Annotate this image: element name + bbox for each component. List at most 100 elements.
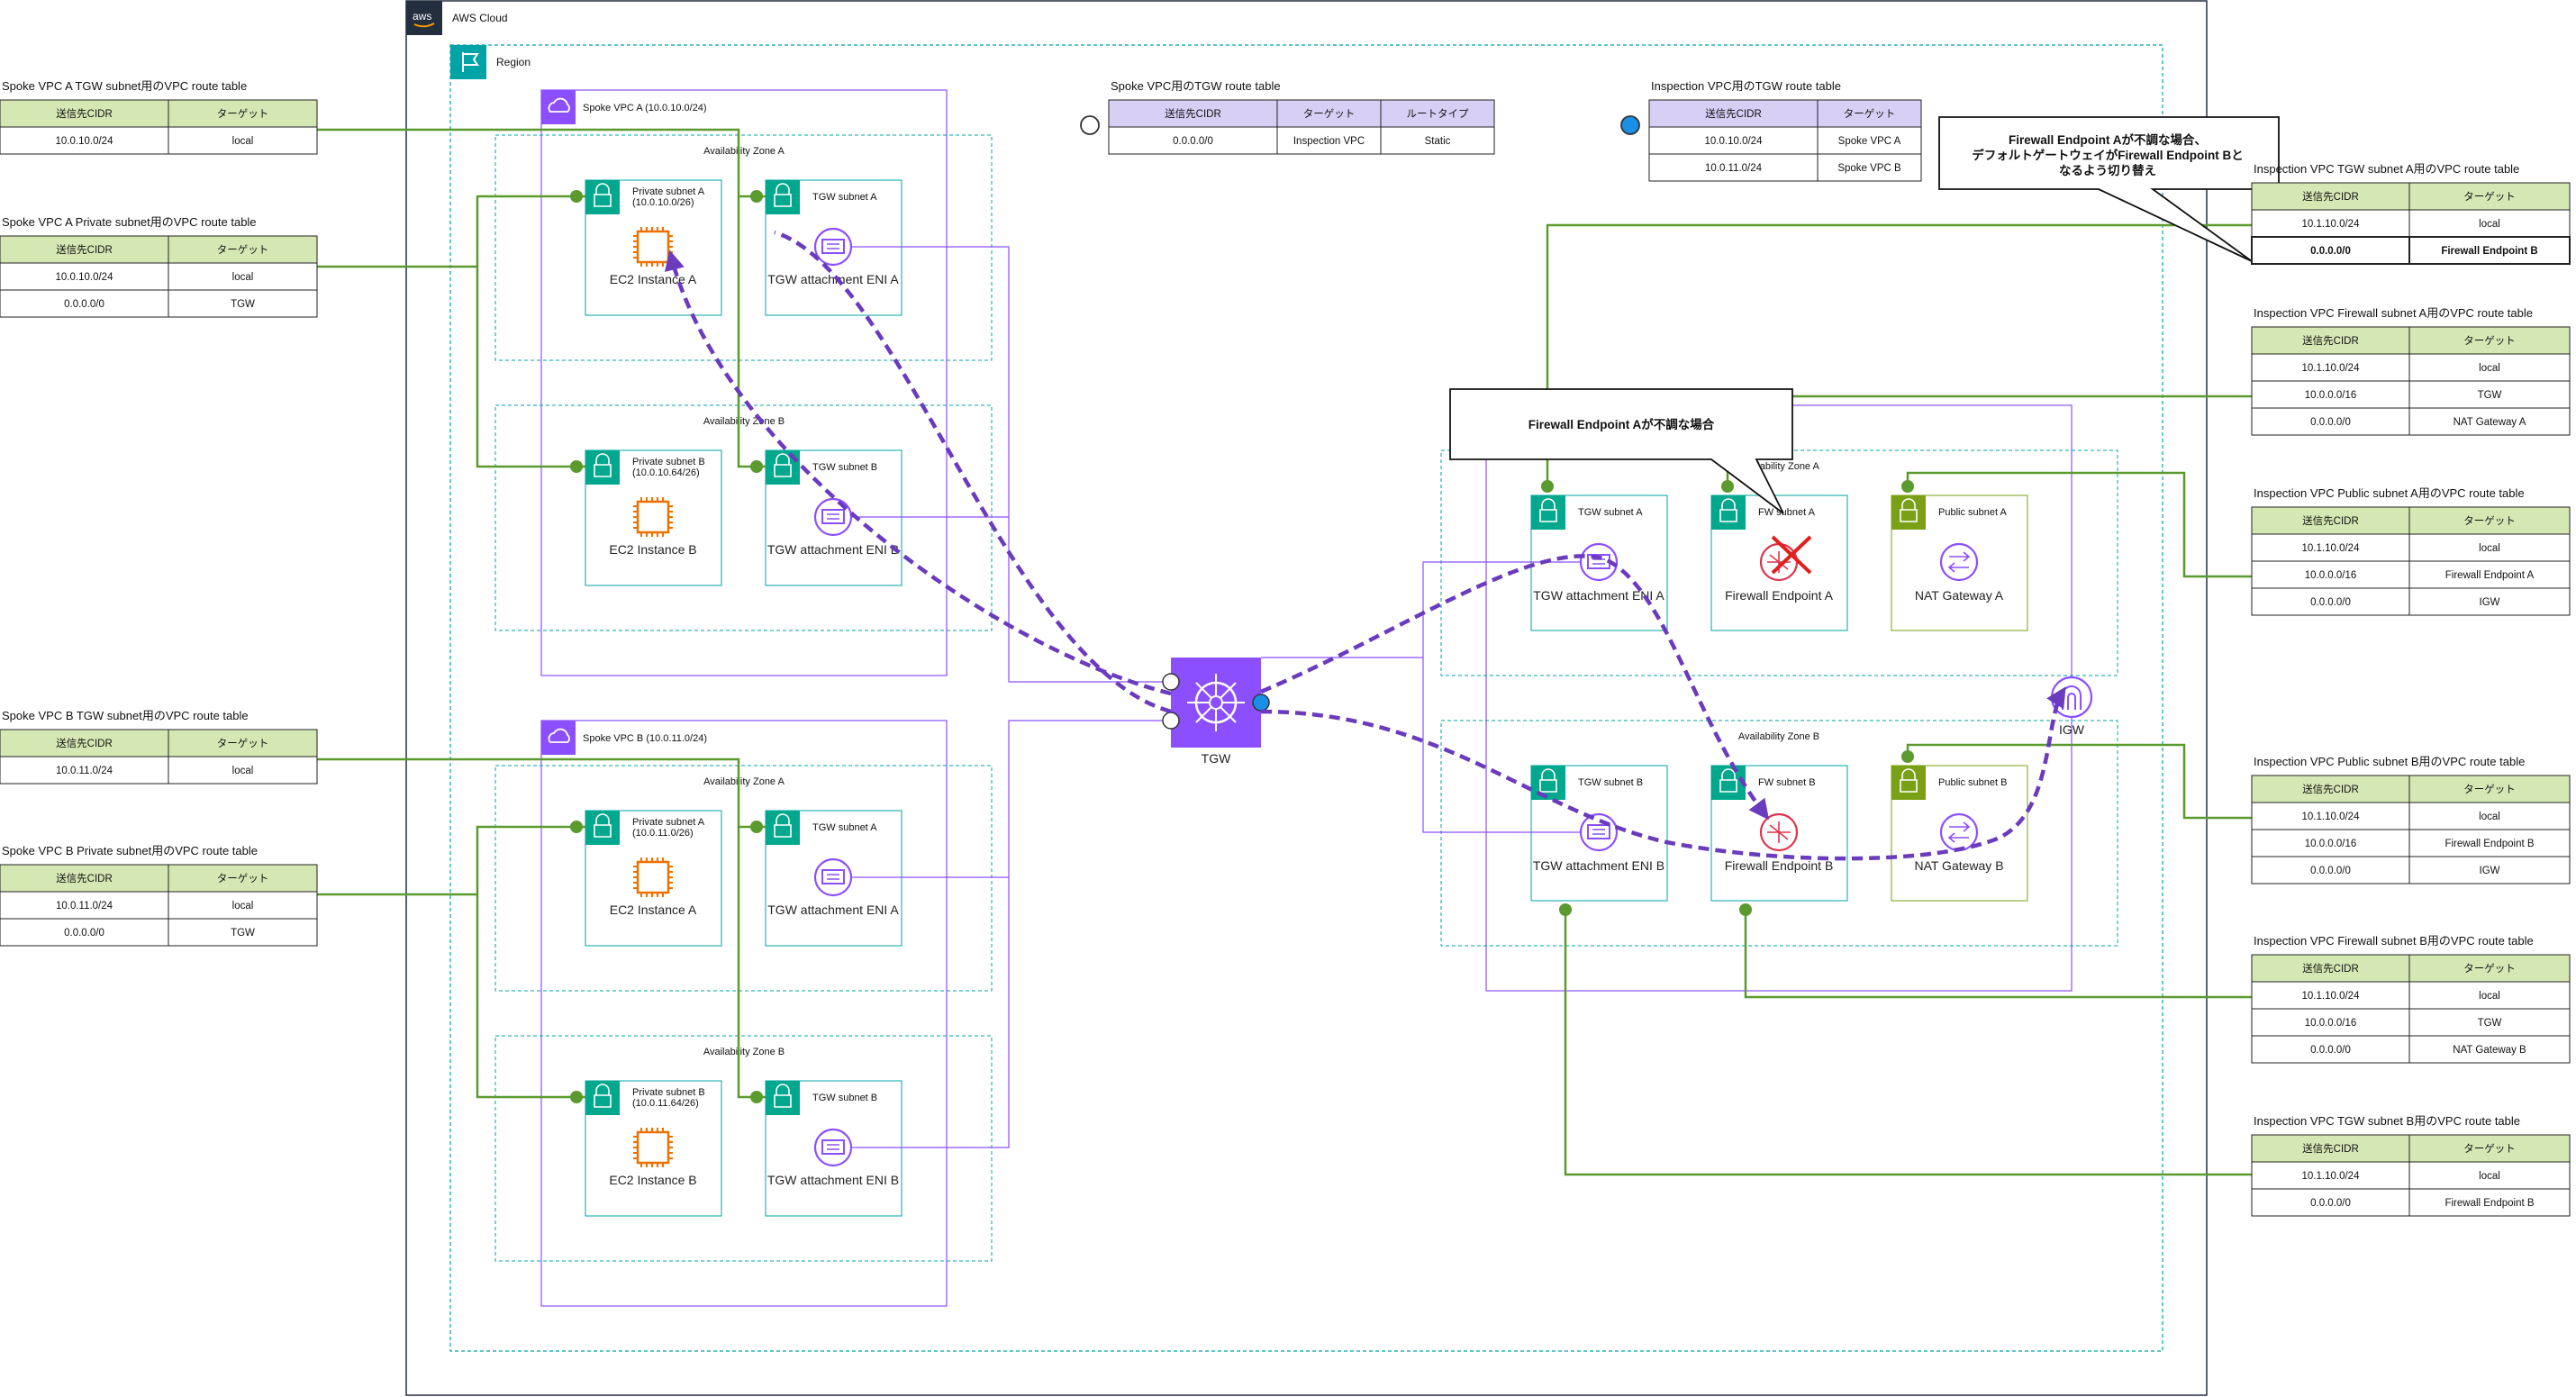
legend-blue-dot-icon: [1620, 115, 1640, 135]
table-header-text: ターゲット: [217, 244, 269, 256]
callout-fw-a-failure: Firewall Endpoint Aが不調な場合: [1449, 388, 1793, 514]
table-header-text: 送信先CIDR: [2302, 514, 2359, 527]
table-header-text: ターゲット: [2463, 784, 2516, 795]
table-header-text: 送信先CIDR: [2302, 962, 2359, 975]
table-header-text: 送信先CIDR: [2302, 1142, 2359, 1155]
table-cell-text: 10.0.0.0/16: [2305, 839, 2357, 849]
table-cell-text: local: [2479, 991, 2500, 1002]
route-table-t5: Spoke VPC用のTGW route table 送信先CIDR ターゲット ルー…: [1108, 79, 1495, 155]
spoke-vpc-a-label: Spoke VPC A (10.0.10.0/24): [583, 103, 707, 113]
route-table-title: Inspection VPC Firewall subnet A用のVPC ro…: [2254, 306, 2533, 320]
table-cell-text: 10.0.11.0/24: [56, 901, 113, 912]
spoke-a-ec2-b-label: EC2 Instance B: [609, 542, 696, 557]
spoke-a-priv-a-label: Private subnet A: [632, 186, 705, 197]
eni-icon: [813, 1128, 853, 1167]
table-header-text: ターゲット: [217, 108, 269, 120]
tgw-assoc-dot-icon: [1252, 694, 1270, 712]
transit-gateway: TGW: [1162, 658, 1270, 766]
table-header-text: ターゲット: [2463, 963, 2516, 975]
table-cell-text: 0.0.0.0/0: [64, 299, 104, 310]
spoke-vpc-b-label: Spoke VPC B (10.0.11.0/24): [583, 733, 707, 744]
table-header-text: ターゲット: [2463, 191, 2516, 203]
vpc-cloud-icon: [541, 90, 576, 124]
route-tables: Spoke VPC A TGW subnet用のVPC route table 送…: [0, 79, 2571, 1217]
route-table-title: Inspection VPC Public subnet B用のVPC rout…: [2254, 755, 2525, 768]
eni-icon: [813, 227, 853, 267]
table-cell-text: TGW: [2478, 1018, 2502, 1029]
table-cell-text: TGW: [2478, 390, 2502, 401]
table-cell-text: 0.0.0.0/0: [64, 928, 104, 939]
table-header-text: 送信先CIDR: [56, 243, 113, 256]
spoke-b-tgw-b-label: TGW subnet B: [812, 1093, 877, 1103]
inspection-vpc: Availability Zone A Availability Zone B …: [1440, 404, 2118, 992]
table-header-text: 送信先CIDR: [56, 107, 113, 120]
lock-icon: [585, 180, 620, 214]
table-cell-text: Spoke VPC B: [1837, 163, 1901, 174]
lock-icon: [1891, 495, 1926, 530]
callout-failover-line3: なるよう切り替え: [2059, 163, 2156, 177]
lock-icon: [766, 811, 800, 845]
spoke-a-ec2-a-label: EC2 Instance A: [610, 272, 697, 286]
lock-icon: [766, 1081, 800, 1115]
igw-icon: [2050, 676, 2093, 719]
callout-fw-a-text: Firewall Endpoint Aが不調な場合: [1528, 417, 1715, 431]
table-cell-text: local: [2479, 812, 2500, 822]
lock-icon: [1531, 495, 1565, 530]
spoke-b-priv-b-cidr: (10.0.11.64/26): [632, 1098, 699, 1109]
route-connector-dots: [570, 190, 1914, 1103]
route-table-t2: Spoke VPC A Private subnet用のVPC route ta…: [0, 215, 318, 318]
table-header-text: ターゲット: [217, 738, 269, 749]
ec2-instance-icon: [633, 1128, 673, 1167]
insp-tgw-a-label: TGW subnet A: [1578, 507, 1643, 518]
tgw-assoc-dot-icon: [1162, 673, 1180, 691]
table-cell-text: 10.1.10.0/24: [2302, 991, 2361, 1002]
firewall-endpoint-icon: [1759, 812, 1799, 852]
table-cell-text: local: [232, 766, 254, 776]
region-group: Region: [449, 44, 2163, 1352]
architecture-diagram: aws AWS Cloud Region Spoke VPC A (10.0.1…: [0, 0, 2571, 1396]
spoke-b-priv-a-cidr: (10.0.11.0/26): [632, 828, 694, 839]
table-cell-text: 0.0.0.0/0: [2310, 866, 2351, 876]
insp-nat-b-label: NAT Gateway B: [1914, 858, 2003, 873]
tgw-icon: [1171, 658, 1261, 748]
table-header-text: 送信先CIDR: [56, 872, 113, 884]
table-header-text: ターゲット: [2463, 515, 2516, 527]
route-table-t11: Inspection VPC Firewall subnet B用のVPC ro…: [2251, 934, 2571, 1064]
lock-icon: [1711, 766, 1746, 800]
table-cell-text: 10.0.10.0/24: [56, 272, 114, 283]
route-table-title: Spoke VPC A Private subnet用のVPC route ta…: [2, 215, 257, 229]
route-table-title: Inspection VPC Public subnet A用のVPC rout…: [2254, 486, 2525, 500]
route-table-t7: Inspection VPC TGW subnet A用のVPC route t…: [2251, 162, 2571, 265]
table-cell-text: 0.0.0.0/0: [2310, 246, 2351, 257]
callout-failover-line1: Firewall Endpoint Aが不調な場合、: [2009, 132, 2207, 147]
spoke-a-eni-a-label: TGW attachment ENI A: [767, 272, 899, 286]
igw-label: IGW: [2059, 722, 2085, 737]
insp-fw-a-label: FW subnet A: [1758, 507, 1816, 518]
table-cell-text: TGW: [231, 928, 255, 939]
insp-nat-a-label: NAT Gateway A: [1915, 588, 2004, 603]
insp-fwe-a-label: Firewall Endpoint A: [1725, 588, 1834, 603]
table-header-text: ターゲット: [217, 873, 269, 884]
table-cell-text: Static: [1425, 136, 1451, 147]
table-cell-text: 0.0.0.0/0: [1173, 136, 1213, 147]
spoke-b-az-a-label: Availability Zone A: [703, 776, 785, 787]
spoke-b-az-b-label: Availability Zone B: [703, 1047, 785, 1057]
spoke-a-priv-b-label: Private subnet B: [632, 457, 705, 467]
vpc-cloud-icon: [541, 721, 576, 755]
legend-white-dot-icon: [1080, 115, 1100, 135]
callout-failover-line2: デフォルトゲートウェイがFirewall Endpoint Bと: [1972, 148, 2244, 162]
spoke-a-az-a-label: Availability Zone A: [703, 146, 785, 157]
spoke-a-eni-b-label: TGW attachment ENI B: [767, 542, 899, 557]
table-cell-text: 10.1.10.0/24: [2302, 543, 2361, 554]
spoke-vpc-b: Spoke VPC B (10.0.11.0/24) Availability …: [494, 720, 993, 1307]
aws-logo-text: aws: [413, 10, 431, 23]
spoke-b-priv-a-label: Private subnet A: [632, 817, 705, 828]
table-cell-text: 10.0.11.0/24: [56, 766, 113, 776]
lock-icon: [585, 1081, 620, 1115]
insp-pub-a-label: Public subnet A: [1938, 507, 2007, 518]
insp-fw-b-label: FW subnet B: [1758, 777, 1816, 788]
table-cell-text: 0.0.0.0/0: [2310, 1198, 2351, 1209]
table-cell-text: IGW: [2480, 597, 2500, 608]
route-table-title: Spoke VPC用のTGW route table: [1111, 79, 1281, 93]
table-cell-text: Firewall Endpoint B: [2444, 839, 2534, 849]
